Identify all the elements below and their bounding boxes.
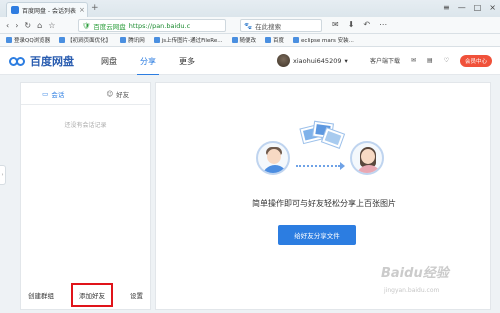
minimize-icon[interactable]: — <box>458 3 466 12</box>
maximize-icon[interactable]: □ <box>474 3 482 12</box>
arrow-head-icon <box>340 162 345 170</box>
cloud-logo-icon <box>9 55 27 68</box>
bookmarks-bar: 登录QQ浏览器 【初涧页面优化】 腾讯网 js上传图片-通过FileRe... … <box>0 34 500 47</box>
logo-text: 百度网盘 <box>30 55 74 68</box>
bookmark-icon <box>265 37 272 43</box>
close-window-icon[interactable]: × <box>489 3 496 12</box>
chat-icon: ▭ <box>42 89 49 98</box>
add-friend-button[interactable]: 添加好友 <box>71 283 113 307</box>
nav-item-netdisk[interactable]: 网盘 <box>101 56 117 67</box>
new-tab-button[interactable]: + <box>91 3 99 13</box>
baidu-favicon-icon <box>11 6 19 14</box>
female-avatar-icon <box>350 141 384 175</box>
bookmark-item[interactable]: 【初涧页面优化】 <box>59 36 111 44</box>
refresh-icon[interactable]: ↻ <box>24 21 31 30</box>
bookmark-item[interactable]: 登录QQ浏览器 <box>6 36 50 44</box>
app-header: 百度网盘 网盘 分享 更多 xiaohui645209 ▾ 客户端下载 ✉ ▤ … <box>0 47 500 76</box>
tab-conversations[interactable]: ▭ 会话 <box>21 83 86 104</box>
bookmark-item[interactable]: 腾讯网 <box>120 36 145 44</box>
secure-lock-icon: 🛡 <box>82 21 91 30</box>
main-nav: 网盘 分享 更多 <box>101 56 195 76</box>
header-tools: 客户端下载 ✉ ▤ ♡ <box>370 56 449 65</box>
url-text: https://pan.baidu.c <box>128 21 191 30</box>
more-icon[interactable]: ⋯ <box>379 20 387 29</box>
tab-label: 会话 <box>51 90 65 99</box>
watermark-logo: Baidu经验 <box>381 266 449 281</box>
tab-close-icon[interactable]: × <box>79 6 85 14</box>
bookmark-label: 百度 <box>273 38 285 44</box>
bookmark-item[interactable]: eclipse mars 安装... <box>293 36 354 44</box>
tab-friends[interactable]: ☺ 好友 <box>86 83 151 104</box>
clipboard-icon[interactable]: ▤ <box>427 57 433 64</box>
download-icon[interactable]: ⬇ <box>348 20 355 29</box>
conversation-panel: ▭ 会话 ☺ 好友 还没有会话记录 创建群组 添加好友 设置 <box>20 82 151 310</box>
user-icon: ☺ <box>106 89 114 98</box>
bookmark-label: eclipse mars 安装... <box>301 38 354 44</box>
transfer-arrow-icon <box>296 165 340 167</box>
undo-icon[interactable]: ↶ <box>363 20 370 29</box>
photo-icon <box>322 128 344 148</box>
browser-toolbar: ✉ ⬇ ↶ ⋯ <box>332 20 387 29</box>
bookmark-icon <box>153 37 160 43</box>
share-to-friend-button[interactable]: 给好友分享文件 <box>278 225 356 245</box>
tab-label: 好友 <box>116 90 130 99</box>
share-headline: 简单操作即可与好友轻松分享上百张图片 <box>252 199 396 208</box>
browser-navbar: ‹ › ↻ ⌂ ☆ 🛡 百度云网盘 https://pan.baidu.c 🐾 … <box>0 17 500 34</box>
bookmark-item[interactable]: 百度 <box>265 36 284 44</box>
conversation-footer: 创建群组 添加好友 设置 <box>21 281 150 309</box>
conversation-tabs: ▭ 会话 ☺ 好友 <box>21 83 150 105</box>
nav-item-more[interactable]: 更多 <box>179 56 195 67</box>
baidu-pan-logo[interactable]: 百度网盘 <box>9 53 74 69</box>
share-illustration <box>256 121 390 181</box>
bookmark-label: 【初涧页面优化】 <box>67 38 112 44</box>
bookmark-icon <box>59 37 66 43</box>
site-label: 百度云网盘 <box>93 22 126 31</box>
browser-tab[interactable]: 百度网盘 - 会话列表 × <box>6 2 88 17</box>
user-menu[interactable]: xiaohui645209 ▾ <box>277 54 348 67</box>
bookmark-label: 登录QQ浏览器 <box>14 38 51 44</box>
bookmark-label: 腾讯网 <box>128 38 145 44</box>
chevron-down-icon: ▾ <box>344 56 348 65</box>
paw-icon: 🐾 <box>244 21 253 30</box>
avatar <box>277 54 290 67</box>
client-download-link[interactable]: 客户端下载 <box>370 56 400 65</box>
menu-icon[interactable]: ≡ <box>443 3 450 12</box>
notification-icon[interactable]: ✉ <box>411 57 416 64</box>
settings-button[interactable]: 设置 <box>130 290 143 300</box>
gift-icon[interactable]: ♡ <box>444 57 449 64</box>
mail-icon[interactable]: ✉ <box>332 20 339 29</box>
back-icon[interactable]: ‹ <box>6 21 9 30</box>
vip-center-button[interactable]: 会员中心 <box>460 55 492 67</box>
bookmark-label: js上传图片-通过FileRe... <box>161 38 223 44</box>
empty-conversations-text: 还没有会话记录 <box>64 122 107 129</box>
browser-titlebar: 百度网盘 - 会话列表 × + ≡ — □ × <box>0 0 500 17</box>
sidebar-collapse-handle[interactable]: › <box>0 165 6 185</box>
bookmark-item[interactable]: 随便改 <box>231 36 257 44</box>
nav-item-share[interactable]: 分享 <box>137 56 159 76</box>
bookmark-icon <box>6 37 12 43</box>
bookmark-icon <box>120 37 127 43</box>
tab-title: 百度网盘 - 会话列表 <box>22 7 76 15</box>
forward-icon[interactable]: › <box>15 21 18 30</box>
window-controls: ≡ — □ × <box>443 3 496 12</box>
username: xiaohui645209 <box>293 56 342 65</box>
browser-search-input[interactable]: 🐾 在此搜索 <box>240 19 322 32</box>
bookmark-label: 随便改 <box>239 38 257 44</box>
star-icon[interactable]: ☆ <box>48 21 55 30</box>
bookmark-item[interactable]: js上传图片-通过FileRe... <box>153 36 223 44</box>
bookmark-icon <box>293 37 300 43</box>
create-group-button[interactable]: 创建群组 <box>28 290 54 300</box>
male-avatar-icon <box>256 141 290 175</box>
search-placeholder: 在此搜索 <box>255 22 282 31</box>
address-bar[interactable]: 🛡 百度云网盘 https://pan.baidu.c <box>78 19 226 32</box>
watermark-url: jingyan.baidu.com <box>384 287 440 294</box>
bookmark-icon <box>231 37 238 43</box>
home-icon[interactable]: ⌂ <box>37 21 42 30</box>
